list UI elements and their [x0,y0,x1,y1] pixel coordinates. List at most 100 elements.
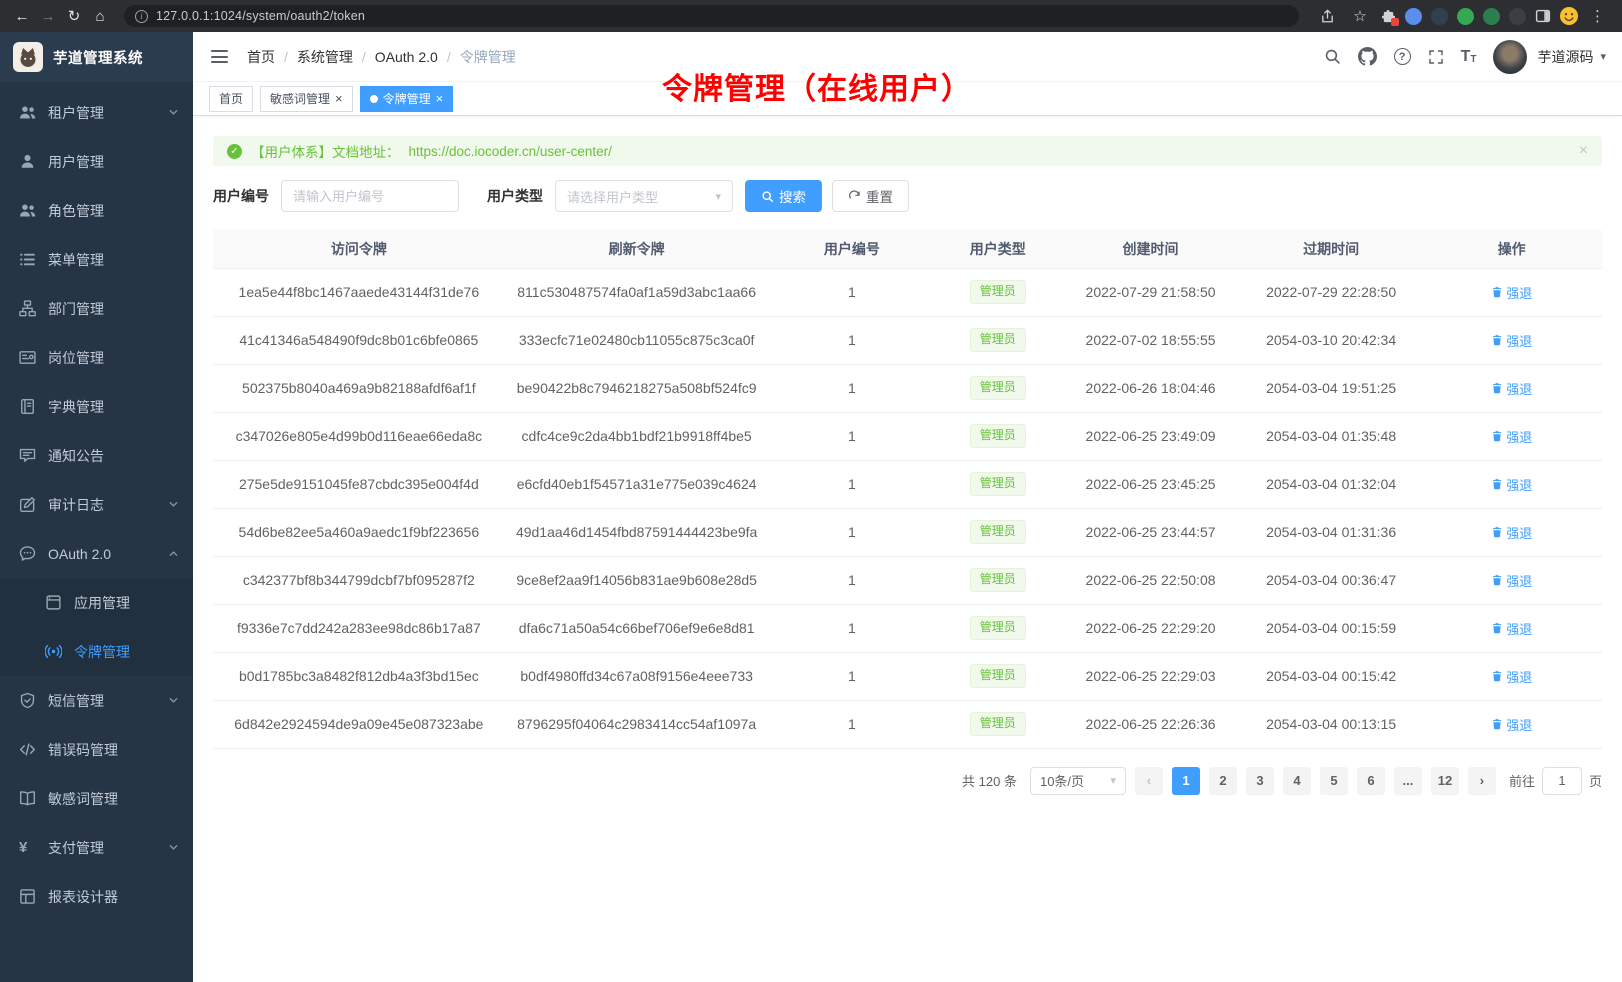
extension-notification-icon[interactable] [1381,9,1396,24]
forward-icon[interactable]: → [36,4,60,28]
tab-token[interactable]: 令牌管理 × [360,86,454,112]
tab-sensitive-word[interactable]: 敏感词管理 × [260,86,353,112]
sidebar-item-tenant[interactable]: 租户管理 [0,88,193,137]
prev-page-button[interactable]: ‹ [1135,767,1163,795]
sidebar-item-oauth2-token[interactable]: 令牌管理 [0,627,193,676]
font-size-small-glyph: T [1470,55,1476,65]
extension-teal-icon[interactable] [1483,8,1500,25]
force-logout-button[interactable]: 强退 [1491,667,1532,686]
sidebar-item-error-code[interactable]: 错误码管理 [0,725,193,774]
user-type-cell: 管理员 [935,316,1060,364]
create-time-cell: 2022-06-25 23:44:57 [1060,508,1241,556]
share-icon[interactable] [1315,4,1339,28]
sidebar-item-audit-log[interactable]: 审计日志 [0,480,193,529]
search-button[interactable]: 搜索 [745,180,822,212]
force-logout-button[interactable]: 强退 [1491,331,1532,350]
doc-alert-link[interactable]: https://doc.iocoder.cn/user-center/ [409,144,612,159]
sidebar-item-notice[interactable]: 通知公告 [0,431,193,480]
sidebar-item-label: 租户管理 [48,103,104,123]
side-panel-icon[interactable] [1535,8,1551,24]
user-id-input[interactable] [281,180,459,212]
app-logo-bar[interactable]: 芋道管理系统 [0,32,193,82]
force-logout-button[interactable]: 强退 [1491,283,1532,302]
page-button-3[interactable]: 3 [1246,767,1274,795]
force-logout-button[interactable]: 强退 [1491,715,1532,734]
page-button-1[interactable]: 1 [1172,767,1200,795]
sidebar-item-menu[interactable]: 菜单管理 [0,235,193,284]
pagination: 共 120 条 10条/页 ▾ ‹ 123456...12 › 前往 页 [213,767,1602,795]
tab-home[interactable]: 首页 [209,86,253,112]
site-info-icon[interactable]: i [135,10,148,23]
page-button-5[interactable]: 5 [1320,767,1348,795]
breadcrumb-oauth2[interactable]: OAuth 2.0 [375,49,438,65]
bookmark-star-icon[interactable]: ☆ [1348,4,1372,28]
page-button-12[interactable]: 12 [1431,767,1459,795]
url-text[interactable]: 127.0.0.1:1024/system/oauth2/token [156,9,365,23]
address-bar[interactable]: i 127.0.0.1:1024/system/oauth2/token [124,5,1299,27]
extension-dark-icon[interactable] [1431,8,1448,25]
page-button-2[interactable]: 2 [1209,767,1237,795]
sidebar-item-oauth2-app[interactable]: 应用管理 [0,578,193,627]
filter-form: 用户编号 用户类型 请选择用户类型 ▾ 搜索 重置 [213,180,1602,212]
help-icon[interactable]: ? [1394,48,1411,65]
back-icon[interactable]: ← [10,4,34,28]
page-button-6[interactable]: 6 [1357,767,1385,795]
breadcrumb-system[interactable]: 系统管理 [297,47,353,67]
next-page-button[interactable]: › [1468,767,1496,795]
table-row: 502375b8040a469a9b82188afdf6af1fbe90422b… [213,364,1602,412]
github-icon[interactable] [1358,47,1377,66]
force-logout-button[interactable]: 强退 [1491,475,1532,494]
breadcrumb-home[interactable]: 首页 [247,47,275,67]
home-icon[interactable]: ⌂ [88,4,112,28]
reset-button[interactable]: 重置 [832,180,909,212]
doc-alert-text: 【用户体系】文档地址： [251,141,400,161]
sidebar-toggle-icon[interactable] [209,45,230,68]
refresh-icon [848,190,861,203]
font-size-icon[interactable]: TT [1461,49,1477,65]
reload-icon[interactable]: ↻ [62,4,86,28]
user-name[interactable]: 芋道源码 [1537,47,1593,67]
sidebar-item-dict[interactable]: 字典管理 [0,382,193,431]
sidebar-item-user[interactable]: 用户管理 [0,137,193,186]
goto-page-input[interactable] [1542,767,1582,795]
sidebar-item-role[interactable]: 角色管理 [0,186,193,235]
force-logout-button[interactable]: 强退 [1491,571,1532,590]
sidebar-item-dept[interactable]: 部门管理 [0,284,193,333]
sidebar-item-label: 支付管理 [48,838,104,858]
search-icon[interactable] [1324,48,1341,65]
sidebar-item-label: 用户管理 [48,152,104,172]
force-logout-button[interactable]: 强退 [1491,427,1532,446]
extension-blue-icon[interactable] [1405,8,1422,25]
force-logout-button[interactable]: 强退 [1491,619,1532,638]
sidebar-item-label: 错误码管理 [48,740,118,760]
sidebar-item-report-designer[interactable]: 报表设计器 [0,872,193,921]
table-row: c347026e805e4d99b0d116eae66eda8ccdfc4ce9… [213,412,1602,460]
sidebar-item-oauth2[interactable]: OAuth 2.0 [0,529,193,578]
sidebar-item-sms[interactable]: 短信管理 [0,676,193,725]
create-time-cell: 2022-06-25 23:45:25 [1060,460,1241,508]
table-row: 6d842e2924594de9a09e45e087323abe8796295f… [213,700,1602,748]
user-type-select[interactable]: 请选择用户类型 ▾ [555,180,733,212]
sidebar-item-post[interactable]: 岗位管理 [0,333,193,382]
page-size-select[interactable]: 10条/页 ▾ [1030,767,1126,795]
tab-close-icon[interactable]: × [335,92,343,105]
user-avatar[interactable] [1493,40,1527,74]
sidebar-item-sensitive-word[interactable]: 敏感词管理 [0,774,193,823]
reset-button-label: 重置 [866,186,893,206]
sidebar: 芋道管理系统 租户管理 用户管理 角色管理 菜单 [0,32,193,982]
success-check-icon: ✓ [227,144,242,159]
fullscreen-icon[interactable] [1428,49,1444,65]
extension-green-icon[interactable] [1457,8,1474,25]
browser-menu-icon[interactable]: ⋮ [1587,7,1608,25]
tab-active-dot [370,95,378,103]
extension-gray-icon[interactable] [1509,8,1526,25]
tab-close-icon[interactable]: × [436,92,444,105]
profile-avatar-icon[interactable] [1560,7,1578,25]
page-ellipsis-button[interactable]: ... [1394,767,1422,795]
page-button-4[interactable]: 4 [1283,767,1311,795]
user-menu-caret-icon[interactable]: ▾ [1600,50,1606,63]
force-logout-button[interactable]: 强退 [1491,523,1532,542]
force-logout-button[interactable]: 强退 [1491,379,1532,398]
sidebar-item-pay[interactable]: ¥ 支付管理 [0,823,193,872]
alert-close-icon[interactable]: × [1579,143,1588,159]
